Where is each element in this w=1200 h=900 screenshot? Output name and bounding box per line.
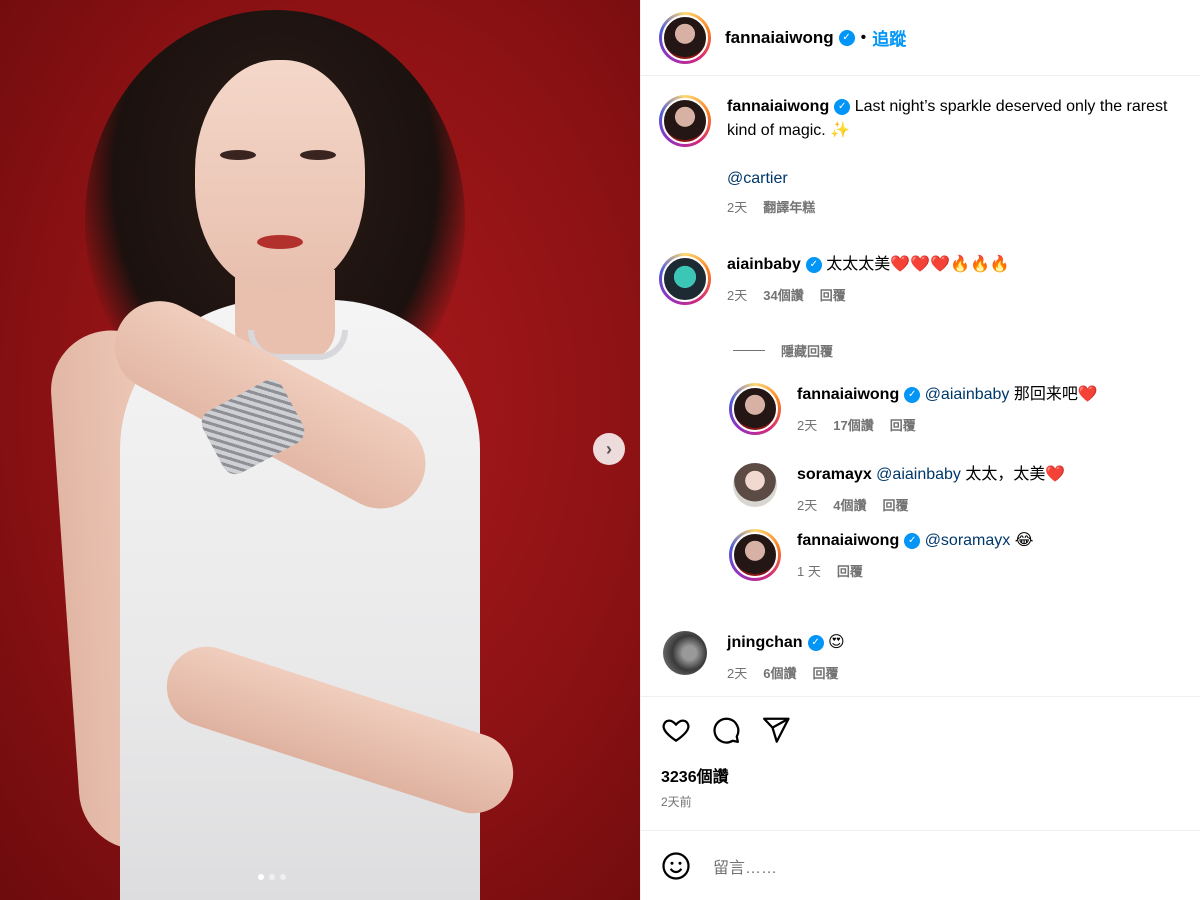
- comment-icon[interactable]: [711, 715, 741, 745]
- divider: [733, 350, 765, 351]
- comment-username[interactable]: soramayx: [797, 466, 872, 483]
- caption-avatar[interactable]: [659, 95, 711, 147]
- follow-button[interactable]: 追蹤: [872, 25, 906, 50]
- comment: jningchan ✓ 😍 2天 6個讚 回覆: [663, 631, 1200, 682]
- emoji-icon[interactable]: [661, 851, 691, 881]
- comment-time[interactable]: 1 天: [797, 561, 821, 580]
- verified-icon: ✓: [904, 532, 921, 549]
- comment: aiainbaby ✓ 太太太美❤️❤️❤️🔥🔥🔥 2天 34個讚 回覆: [659, 253, 1200, 305]
- photo-face: [195, 60, 365, 290]
- comment-username[interactable]: fannaiaiwong: [797, 386, 899, 403]
- separator: •: [860, 28, 867, 46]
- hide-replies-button[interactable]: 隱藏回覆: [733, 341, 833, 360]
- comment-username[interactable]: aiainbaby: [727, 256, 801, 273]
- reply: fannaiaiwong ✓ @aiainbaby 那回来吧❤️ 2天 17個讚 …: [729, 383, 1200, 435]
- comment-time[interactable]: 2天: [727, 285, 747, 304]
- comments-list[interactable]: fannaiaiwong ✓ Last night’s sparkle deser…: [641, 77, 1200, 695]
- carousel-dots: [258, 874, 286, 880]
- commenter-avatar[interactable]: [733, 463, 777, 507]
- caption-username[interactable]: fannaiaiwong: [727, 98, 829, 115]
- verified-icon: ✓: [805, 256, 822, 273]
- author-username[interactable]: fannaiaiwong: [725, 28, 834, 48]
- post-header: fannaiaiwong ✓ • 追蹤: [641, 0, 1200, 76]
- comment-username[interactable]: jningchan: [727, 634, 803, 651]
- photo-lips: [257, 235, 303, 249]
- comment-text: 太太，太美❤️: [965, 466, 1066, 483]
- reply-button[interactable]: 回覆: [820, 285, 846, 304]
- comment-composer: 留言……: [641, 830, 1200, 900]
- comment-input[interactable]: 留言……: [713, 854, 777, 878]
- chevron-right-icon: ›: [606, 438, 612, 459]
- reply: soramayx @aiainbaby 太太，太美❤️ 2天 4個讚 回覆: [733, 463, 1200, 514]
- comment-likes[interactable]: 6個讚: [763, 663, 796, 682]
- verified-icon: ✓: [834, 98, 851, 115]
- comment-likes[interactable]: 4個讚: [833, 495, 866, 514]
- verified-icon: ✓: [838, 29, 855, 46]
- comment-likes[interactable]: 34個讚: [763, 285, 803, 304]
- caption-text: Last night’s sparkle deserved only the r…: [854, 98, 1168, 115]
- comment-text: 那回来吧❤️: [1013, 386, 1098, 403]
- caption-time[interactable]: 2天: [727, 197, 747, 216]
- comment-time[interactable]: 2天: [797, 415, 817, 434]
- reply: fannaiaiwong ✓ @soramayx 😂 1 天 回覆: [729, 529, 1200, 581]
- commenter-avatar[interactable]: [729, 529, 781, 581]
- likes-count[interactable]: 3236個讚: [661, 763, 1200, 787]
- hide-replies-label: 隱藏回覆: [781, 344, 834, 359]
- commenter-avatar[interactable]: [729, 383, 781, 435]
- photo-eye: [220, 150, 256, 160]
- comment-mention[interactable]: @aiainbaby: [876, 466, 961, 483]
- reply-button[interactable]: 回覆: [837, 561, 863, 580]
- commenter-avatar[interactable]: [663, 631, 707, 675]
- carousel-dot: [269, 874, 275, 880]
- post-image[interactable]: ›: [0, 0, 640, 900]
- photo-eye: [300, 150, 336, 160]
- next-slide-button[interactable]: ›: [593, 433, 625, 465]
- carousel-dot: [280, 874, 286, 880]
- post-time[interactable]: 2天前: [661, 793, 1200, 810]
- post-sidebar: fannaiaiwong ✓ • 追蹤 fannaiaiwong ✓ Last n…: [640, 0, 1200, 900]
- comment-text: 😍: [828, 634, 845, 651]
- commenter-avatar[interactable]: [659, 253, 711, 305]
- heart-icon[interactable]: [661, 715, 691, 745]
- carousel-dot: [258, 874, 264, 880]
- reply-button[interactable]: 回覆: [882, 495, 908, 514]
- author-avatar[interactable]: [659, 11, 711, 64]
- caption-mention[interactable]: @cartier: [727, 170, 788, 187]
- translate-button[interactable]: 翻譯年糕: [763, 197, 815, 216]
- post-actions: 3236個讚 2天前: [641, 696, 1200, 810]
- caption-text-line2: kind of magic. ✨: [727, 122, 851, 139]
- comment-time[interactable]: 2天: [797, 495, 817, 514]
- comment-mention[interactable]: @aiainbaby: [925, 386, 1010, 403]
- reply-button[interactable]: 回覆: [812, 663, 838, 682]
- comment-time[interactable]: 2天: [727, 663, 747, 682]
- comment-text: 😂: [1014, 532, 1034, 549]
- verified-icon: ✓: [807, 634, 824, 651]
- share-icon[interactable]: [761, 715, 791, 745]
- verified-icon: ✓: [904, 386, 921, 403]
- comment-mention[interactable]: @soramayx: [925, 532, 1011, 549]
- comment-text: 太太太美❤️❤️❤️🔥🔥🔥: [826, 256, 1010, 273]
- comment-likes[interactable]: 17個讚: [833, 415, 873, 434]
- caption: fannaiaiwong ✓ Last night’s sparkle deser…: [659, 95, 1200, 216]
- comment-username[interactable]: fannaiaiwong: [797, 532, 899, 549]
- reply-button[interactable]: 回覆: [890, 415, 916, 434]
